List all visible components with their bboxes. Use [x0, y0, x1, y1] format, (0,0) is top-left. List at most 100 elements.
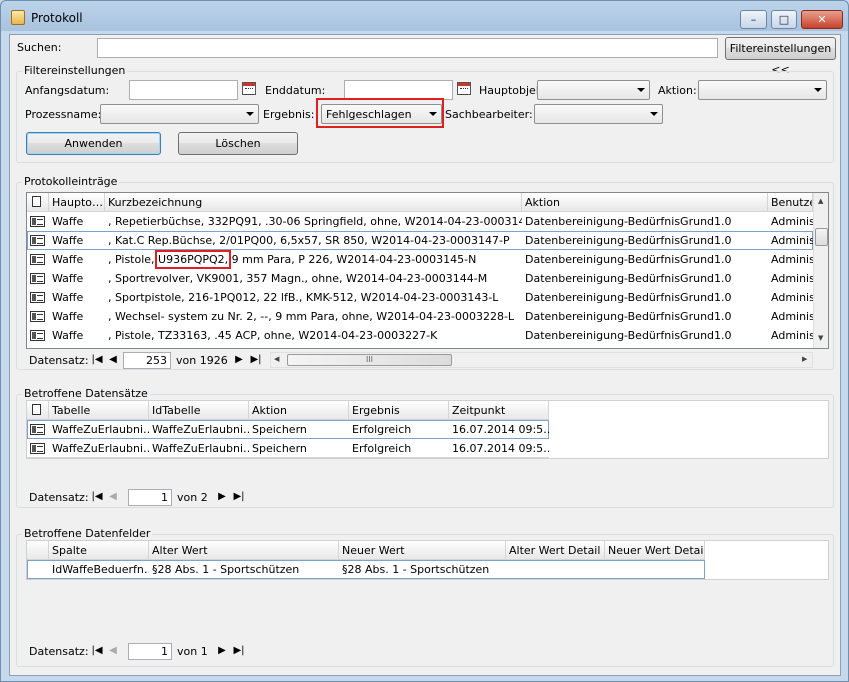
maximize-button[interactable]: □	[771, 10, 797, 29]
scroll-up-icon[interactable]: ▲	[818, 197, 823, 205]
column-header[interactable]: Alter Wert Detail	[506, 541, 605, 560]
column-header[interactable]: Neuer Wert Detail	[605, 541, 705, 560]
fields-grid: Spalte Alter Wert Neuer Wert Alter Wert …	[26, 540, 829, 580]
clear-button[interactable]: Löschen	[178, 132, 298, 155]
column-header[interactable]: Alter Wert	[149, 541, 339, 560]
record-icon	[30, 235, 45, 246]
highlighted-serial: U936PQPQ2,	[155, 250, 232, 269]
next-record-button[interactable]: ▶	[232, 353, 246, 367]
table-row[interactable]: WaffeZuErlaubni… WaffeZuErlaubni… Speich…	[27, 420, 549, 439]
table-row[interactable]: Waffe , Wechsel- system zu Nr. 2, --, 9 …	[27, 307, 813, 326]
log-grid: Haupto… Kurzbezeichnung Aktion Benutze W…	[26, 192, 829, 349]
log-vertical-scrollbar[interactable]: ▲ ▼	[813, 193, 828, 348]
column-header[interactable]: Neuer Wert	[339, 541, 506, 560]
search-input[interactable]	[97, 38, 718, 58]
scroll-thumb[interactable]: III	[287, 354, 452, 366]
log-group-title: Protokolleinträge	[22, 175, 120, 188]
column-header[interactable]: IdTabelle	[149, 401, 249, 420]
cell-old-detail	[506, 560, 605, 579]
cell-id: WaffeZuErlaubni…	[152, 442, 249, 455]
calendar-icon[interactable]	[457, 82, 471, 95]
cell-table: WaffeZuErlaubni…	[52, 442, 149, 455]
cell-object: Waffe	[52, 272, 84, 285]
column-header[interactable]: Haupto…	[49, 193, 105, 212]
table-row[interactable]: Waffe , Sportrevolver, VK9001, 357 Magn.…	[27, 269, 813, 288]
cell-action: Datenbereinigung-BedürfnisGrund1.0	[525, 253, 732, 266]
row-header-corner	[27, 541, 49, 560]
cell-user: Administ	[771, 329, 813, 342]
minimize-button[interactable]: –	[740, 10, 767, 29]
fields-record-input[interactable]: 1	[128, 643, 172, 660]
scroll-left-icon[interactable]: ◀	[274, 355, 279, 363]
filter-group-title: Filtereinstellungen	[22, 64, 128, 77]
record-icon	[30, 424, 45, 435]
scroll-right-icon[interactable]: ▶	[802, 355, 807, 363]
log-record-input[interactable]: 253	[123, 352, 171, 369]
close-button[interactable]: ✕	[801, 10, 843, 29]
column-header[interactable]: Kurzbezeichnung	[105, 193, 522, 212]
apply-button[interactable]: Anwenden	[26, 132, 161, 155]
table-row[interactable]: Waffe , Pistole, TZ33163, .45 ACP, ohne,…	[27, 326, 813, 345]
column-header[interactable]: Aktion	[522, 193, 768, 212]
table-row[interactable]: Waffe , Pistole, U936PQPQ2, 9 mm Para, P…	[27, 250, 813, 269]
prev-record-button[interactable]: ◀	[106, 644, 120, 658]
filter-toggle-button[interactable]: Filtereinstellungen <<	[725, 37, 836, 76]
aktion-label: Aktion:	[658, 84, 697, 97]
search-label: Suchen:	[17, 41, 62, 54]
document-icon	[32, 404, 41, 415]
end-date-label: Enddatum:	[265, 84, 326, 97]
prozess-combo[interactable]	[100, 104, 259, 124]
column-header[interactable]: Benutze	[768, 193, 813, 212]
column-header[interactable]: Aktion	[249, 401, 349, 420]
column-header[interactable]: Tabelle	[49, 401, 149, 420]
start-date-label: Anfangsdatum:	[25, 84, 110, 97]
start-date-input[interactable]	[129, 80, 238, 100]
last-record-button[interactable]: ▶|	[232, 490, 246, 504]
protokoll-window: Protokoll – □ ✕ Suchen: Filtereinstellun…	[0, 0, 849, 682]
first-record-button[interactable]: |◀	[90, 353, 104, 367]
scroll-thumb[interactable]	[815, 228, 828, 246]
table-row[interactable]: IdWaffeBeduerfn… §28 Abs. 1 - Sportschüt…	[27, 560, 705, 579]
table-row[interactable]: Waffe , Sportpistole, 216-1PQ012, 22 lfB…	[27, 288, 813, 307]
cell-time: 16.07.2014 09:5…	[452, 442, 549, 455]
table-row[interactable]: Waffe , Repetierbüchse, 332PQ91, .30-06 …	[27, 212, 813, 231]
last-record-button[interactable]: ▶|	[232, 644, 246, 658]
cell-user: Administ	[771, 234, 813, 247]
first-record-button[interactable]: |◀	[90, 490, 104, 504]
log-record-total: von 1926	[176, 354, 228, 367]
column-header[interactable]: Spalte	[49, 541, 149, 560]
cell-object: Waffe	[52, 329, 84, 342]
cell-table: WaffeZuErlaubni…	[52, 423, 149, 436]
affected-record-input[interactable]: 1	[128, 489, 172, 506]
cell-result: Erfolgreich	[352, 423, 412, 436]
title-bar[interactable]: Protokoll – □ ✕	[1, 1, 848, 33]
first-record-button[interactable]: |◀	[90, 644, 104, 658]
cell-object: Waffe	[52, 291, 84, 304]
prev-record-button[interactable]: ◀	[106, 353, 120, 367]
table-row[interactable]: WaffeZuErlaubni… WaffeZuErlaubni… Speich…	[27, 439, 549, 458]
calendar-icon[interactable]	[242, 82, 256, 95]
last-record-button[interactable]: ▶|	[249, 353, 263, 367]
hauptobjekt-combo[interactable]	[537, 80, 650, 100]
table-row[interactable]: Waffe , Kat.C Rep.Büchse, 2/01PQ00, 6,5x…	[27, 231, 813, 250]
cell-action: Datenbereinigung-BedürfnisGrund1.0	[525, 291, 732, 304]
log-horizontal-scrollbar[interactable]: ◀ III ▶	[270, 352, 813, 368]
document-icon	[32, 196, 41, 207]
sachbearbeiter-combo[interactable]	[534, 104, 663, 124]
prev-record-button[interactable]: ◀	[106, 490, 120, 504]
aktion-combo[interactable]	[698, 80, 827, 100]
column-header[interactable]: Ergebnis	[349, 401, 449, 420]
desc-suffix: 9 mm Para, P 226, W2014-04-23-0003145-N	[228, 253, 477, 266]
cell-action: Speichern	[252, 442, 307, 455]
next-record-button[interactable]: ▶	[215, 644, 229, 658]
chevron-down-icon	[650, 112, 658, 116]
affected-record-total: von 2	[177, 491, 208, 504]
affected-grid: Tabelle IdTabelle Aktion Ergebnis Zeitpu…	[26, 400, 829, 459]
scroll-down-icon[interactable]: ▼	[818, 334, 823, 342]
next-record-button[interactable]: ▶	[215, 490, 229, 504]
end-date-input[interactable]	[344, 80, 453, 100]
cell-description: , Pistole, U936PQPQ2, 9 mm Para, P 226, …	[105, 250, 522, 269]
column-header[interactable]: Zeitpunkt	[449, 401, 549, 420]
desc-prefix: , Pistole,	[108, 253, 159, 266]
cell-action: Speichern	[252, 423, 307, 436]
